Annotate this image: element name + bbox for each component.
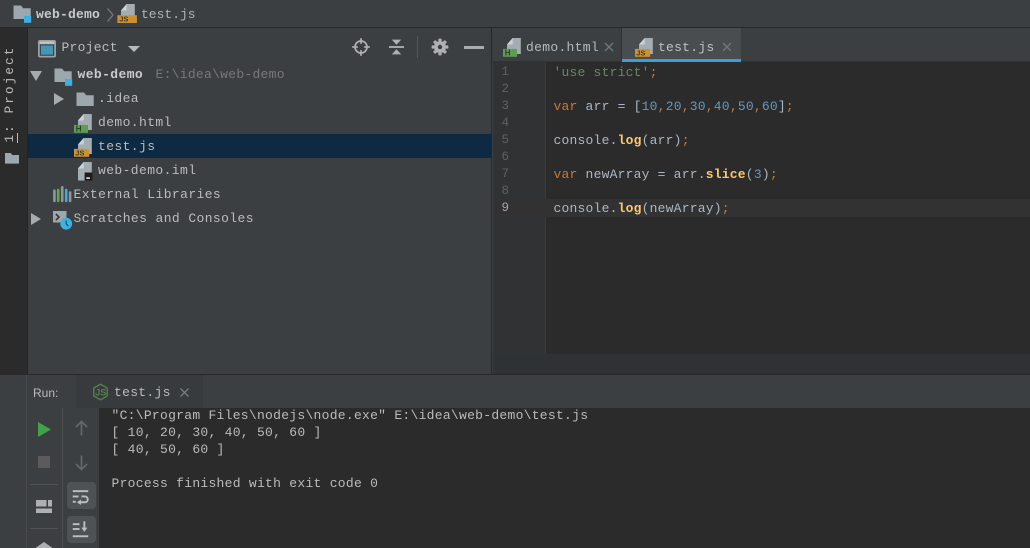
svg-text:JS: JS xyxy=(119,15,128,23)
svg-text:H: H xyxy=(505,48,511,57)
svg-text:JS: JS xyxy=(95,387,106,397)
svg-text:JS: JS xyxy=(76,148,85,157)
svg-text:JS: JS xyxy=(636,48,645,57)
svg-text:H: H xyxy=(76,124,82,133)
